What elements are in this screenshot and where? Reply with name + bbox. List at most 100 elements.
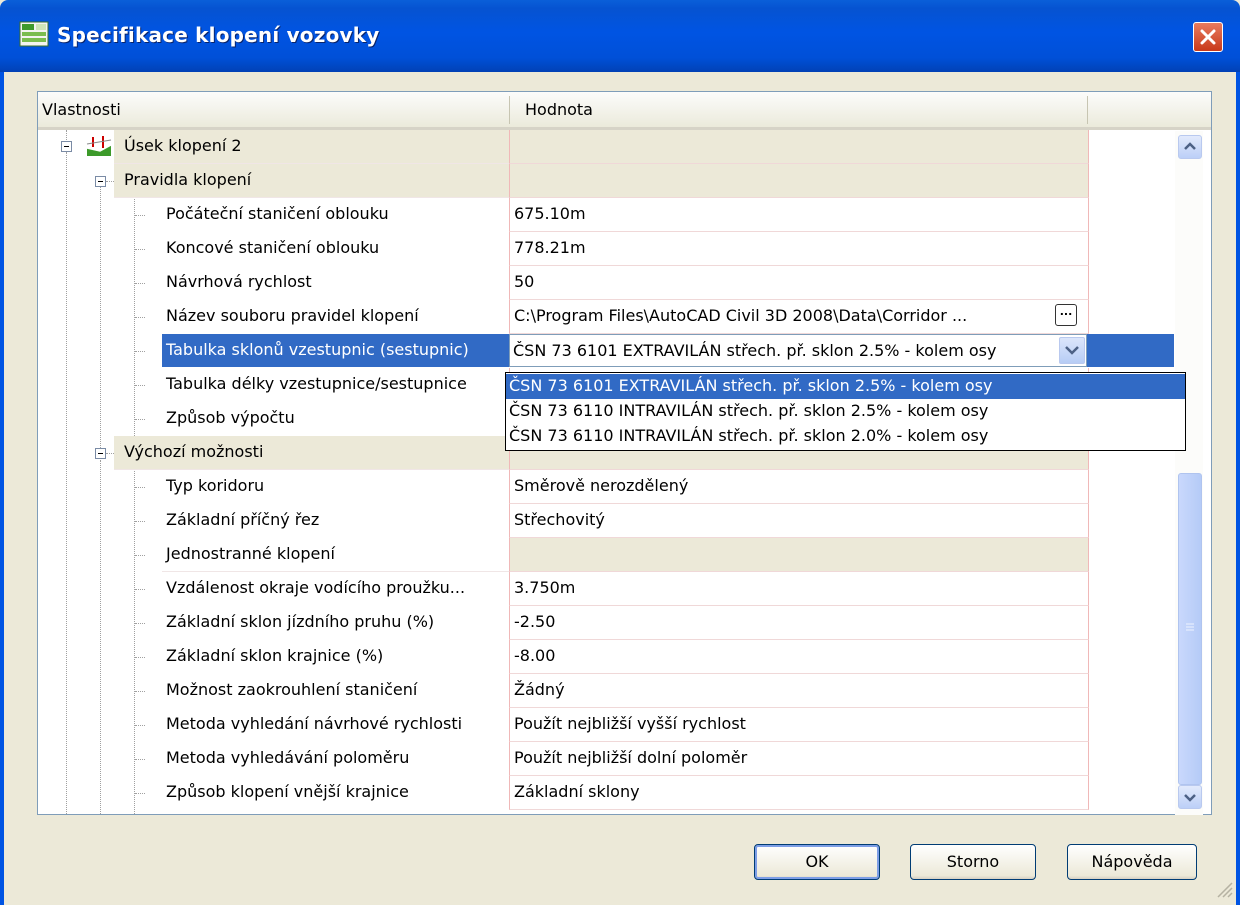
window-frame-left (0, 72, 4, 905)
row-value[interactable]: -2.50 (509, 606, 1089, 640)
scroll-up-button[interactable] (1178, 135, 1202, 159)
tree-connector (135, 657, 145, 658)
property-row[interactable]: Metoda vyhledávání poloměru Použít nejbl… (38, 742, 1089, 776)
row-selection-extension (1087, 334, 1174, 367)
dropdown-option[interactable]: ČSN 73 6110 INTRAVILÁN střech. př. sklon… (506, 399, 1185, 424)
row-label: Pravidla klopení (124, 170, 252, 189)
slope-table-combo[interactable]: ČSN 73 6101 EXTRAVILÁN střech. př. sklon… (509, 334, 1087, 367)
tree-connector (135, 351, 145, 352)
tree-connector (135, 725, 145, 726)
dropdown-option[interactable]: ČSN 73 6110 INTRAVILÁN střech. př. sklon… (506, 424, 1185, 449)
property-row[interactable]: Koncové staničení oblouku 778.21m (38, 232, 1089, 266)
tree-connector (135, 385, 145, 386)
chevron-down-icon (1184, 794, 1196, 802)
row-label: Tabulka délky vzestupnice/sestupnice (166, 374, 467, 393)
row-value[interactable]: Použít nejbližší vyšší rychlost (509, 708, 1089, 742)
cancel-button[interactable]: Storno (910, 844, 1036, 880)
superelevation-icon (86, 136, 112, 156)
combo-dropdown-button[interactable] (1059, 337, 1085, 364)
grip-icon (1186, 623, 1194, 631)
row-value[interactable]: Použít nejbližší dolní poloměr (509, 742, 1089, 776)
property-row[interactable]: Jednostranné klopení (38, 538, 1089, 572)
tree-connector (135, 283, 145, 284)
row-label: Vzdálenost okraje vodícího proužku... (166, 578, 466, 597)
property-row-selected[interactable]: Tabulka sklonů vzestupnic (sestupnic) ČS… (38, 334, 1174, 368)
row-label: Základní sklon jízdního pruhu (%) (166, 612, 435, 631)
row-value[interactable]: C:\Program Files\AutoCAD Civil 3D 2008\D… (509, 300, 1089, 334)
tree-connector (135, 691, 145, 692)
row-value[interactable]: Směrově nerozdělený (509, 470, 1089, 504)
close-button[interactable] (1193, 22, 1223, 52)
property-row[interactable]: Typ koridoru Směrově nerozdělený (38, 470, 1089, 504)
property-row[interactable]: Základní sklon jízdního pruhu (%) -2.50 (38, 606, 1089, 640)
chevron-up-icon (1184, 142, 1196, 150)
row-label: Metoda vyhledání návrhové rychlosti (166, 714, 463, 733)
resize-grip-icon[interactable] (1212, 877, 1234, 899)
tree-connector (135, 623, 145, 624)
slope-table-dropdown-list[interactable]: ČSN 73 6101 EXTRAVILÁN střech. př. sklon… (505, 372, 1186, 451)
dropdown-option[interactable]: ČSN 73 6101 EXTRAVILÁN střech. př. sklon… (506, 374, 1185, 399)
row-value[interactable]: Střechovitý (509, 504, 1089, 538)
collapse-toggle[interactable] (61, 141, 72, 152)
app-icon (19, 21, 49, 47)
row-value[interactable]: 778.21m (509, 232, 1089, 266)
row-label: Základní příčný řez (166, 510, 320, 529)
row-label: Metoda vyhledávání poloměru (166, 748, 410, 767)
row-label: Úsek klopení 2 (124, 136, 242, 155)
row-value[interactable]: 3.750m (509, 572, 1089, 606)
row-value[interactable]: 50 (509, 266, 1089, 300)
ok-button[interactable]: OK (754, 844, 880, 880)
row-label: Koncové staničení oblouku (166, 238, 380, 257)
header-value[interactable]: Hodnota (525, 100, 593, 119)
row-value (509, 130, 1089, 164)
tree-connector (135, 419, 145, 420)
row-value[interactable] (509, 538, 1089, 572)
row-label: Způsob klopení vnější krajnice (166, 782, 409, 801)
property-row[interactable]: Základní sklon krajnice (%) -8.00 (38, 640, 1089, 674)
row-label: Návrhová rychlost (166, 272, 312, 291)
header-separator[interactable] (509, 96, 510, 124)
row-label: Způsob výpočtu (166, 408, 295, 427)
property-row[interactable]: Metoda vyhledání návrhové rychlosti Použ… (38, 708, 1089, 742)
property-row[interactable]: Způsob klopení vnější krajnice Základní … (38, 776, 1089, 810)
scroll-down-button[interactable] (1178, 785, 1202, 809)
property-grid[interactable]: Vlastnosti Hodnota Úsek klopení 2 Pravid… (37, 91, 1212, 815)
tree-row-section[interactable]: Úsek klopení 2 (38, 130, 1089, 164)
row-value[interactable]: Základní sklony (509, 776, 1089, 810)
row-value[interactable]: 675.10m (509, 198, 1089, 232)
row-value (509, 164, 1089, 198)
window-title: Specifikace klopení vozovky (57, 23, 380, 47)
grid-rows: Úsek klopení 2 Pravidla klopení Počátečn… (38, 130, 1211, 814)
property-row[interactable]: Základní příčný řez Střechovitý (38, 504, 1089, 538)
tree-connector (106, 181, 114, 182)
collapse-toggle[interactable] (95, 176, 106, 187)
scroll-thumb[interactable] (1178, 473, 1202, 785)
row-value[interactable]: -8.00 (509, 640, 1089, 674)
tree-connector (135, 487, 145, 488)
vertical-scrollbar[interactable] (1175, 131, 1203, 815)
tree-connector (135, 793, 145, 794)
row-label: Základní sklon krajnice (%) (166, 646, 384, 665)
header-properties[interactable]: Vlastnosti (42, 100, 121, 119)
window-frame-right (1236, 72, 1240, 905)
row-value[interactable]: Žádný (509, 674, 1089, 708)
row-label: Název souboru pravidel klopení (166, 306, 419, 325)
row-label: Možnost zaokrouhlení staničení (166, 680, 418, 699)
tree-connector (135, 249, 145, 250)
row-label: Počáteční staničení oblouku (166, 204, 389, 223)
help-button[interactable]: Nápověda (1067, 844, 1197, 880)
collapse-toggle[interactable] (95, 448, 106, 459)
property-row[interactable]: Vzdálenost okraje vodícího proužku... 3.… (38, 572, 1089, 606)
title-bar: Specifikace klopení vozovky (0, 0, 1240, 72)
tree-connector (135, 759, 145, 760)
tree-connector (106, 453, 114, 454)
header-separator[interactable] (1087, 96, 1088, 124)
property-row[interactable]: Název souboru pravidel klopení C:\Progra… (38, 300, 1089, 334)
property-row[interactable]: Možnost zaokrouhlení staničení Žádný (38, 674, 1089, 708)
row-label: Typ koridoru (166, 476, 265, 495)
tree-connector (135, 555, 145, 556)
property-row[interactable]: Návrhová rychlost 50 (38, 266, 1089, 300)
property-row[interactable]: Počáteční staničení oblouku 675.10m (38, 198, 1089, 232)
tree-row-group[interactable]: Pravidla klopení (38, 164, 1089, 198)
browse-button[interactable]: ... (1055, 304, 1077, 326)
